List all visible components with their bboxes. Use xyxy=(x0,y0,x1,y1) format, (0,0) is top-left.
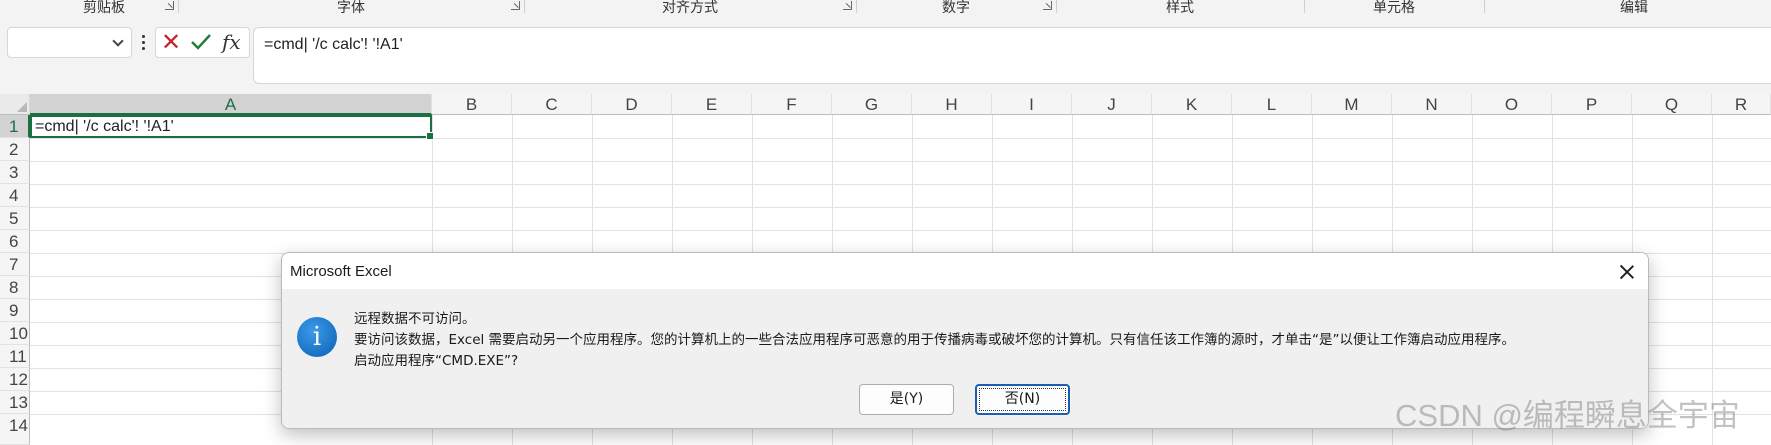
ribbon-group-label: 单元格 xyxy=(1373,0,1415,16)
row-header[interactable]: 4 xyxy=(0,184,30,207)
dialog-message-line: 启动应用程序“CMD.EXE”? xyxy=(354,353,519,369)
column-header[interactable]: B xyxy=(432,94,512,115)
dialog-title: Microsoft Excel xyxy=(290,263,392,280)
row-header[interactable]: 3 xyxy=(0,161,30,184)
yes-button[interactable]: 是(Y) xyxy=(859,384,954,415)
focus-ring xyxy=(979,388,1066,411)
ribbon-group-label: 编辑 xyxy=(1620,0,1648,16)
column-header[interactable]: N xyxy=(1392,94,1472,115)
ribbon-group-editing: 编辑 xyxy=(1484,0,1771,16)
info-icon: i xyxy=(297,317,337,357)
chevron-down-icon[interactable] xyxy=(112,35,124,47)
row-header[interactable]: 2 xyxy=(0,138,30,161)
row-header[interactable]: 7 xyxy=(0,253,30,276)
dialog-message-line: 远程数据不可访问。 xyxy=(354,311,476,327)
column-header[interactable]: L xyxy=(1232,94,1312,115)
ribbon-group-label: 字体 xyxy=(337,0,365,16)
dialog-launcher-icon[interactable] xyxy=(511,1,520,10)
column-header[interactable]: K xyxy=(1152,94,1232,115)
column-header[interactable]: O xyxy=(1472,94,1552,115)
row-header[interactable]: 14 xyxy=(0,414,30,445)
row-header[interactable]: 11 xyxy=(0,345,30,368)
column-header[interactable]: I xyxy=(992,94,1072,115)
column-header[interactable]: M xyxy=(1312,94,1392,115)
ribbon-group-label: 剪贴板 xyxy=(83,0,125,16)
dialog-launcher-icon[interactable] xyxy=(843,1,852,10)
column-header[interactable]: C xyxy=(512,94,592,115)
close-icon[interactable]: ✕ xyxy=(160,30,182,54)
ribbon-group-label: 数字 xyxy=(942,0,970,16)
dialog-titlebar: Microsoft Excel xyxy=(282,253,1648,289)
column-header[interactable]: E xyxy=(672,94,752,115)
dialog-message-line: 要访问该数据，Excel 需要启动另一个应用程序。您的计算机上的一些合法应用程序… xyxy=(354,332,1516,348)
ribbon-group-label: 样式 xyxy=(1166,0,1194,16)
column-header[interactable]: A xyxy=(30,94,432,115)
column-header[interactable]: J xyxy=(1072,94,1152,115)
row-header[interactable]: 1 xyxy=(0,115,30,138)
column-header[interactable]: F xyxy=(752,94,832,115)
ribbon-group-label: 对齐方式 xyxy=(662,0,718,16)
column-header[interactable]: R xyxy=(1712,94,1771,115)
active-cell-a1[interactable]: =cmd| '/c calc'! '!A1' xyxy=(30,115,434,140)
column-header[interactable]: Q xyxy=(1632,94,1712,115)
column-header[interactable]: P xyxy=(1552,94,1632,115)
ribbon-group-number: 数字 xyxy=(856,0,1056,16)
row-header[interactable]: 5 xyxy=(0,207,30,230)
more-options-icon[interactable] xyxy=(140,34,146,52)
row-header[interactable]: 9 xyxy=(0,299,30,322)
ribbon-group-clipboard: 剪贴板 xyxy=(30,0,178,16)
name-box[interactable] xyxy=(7,27,132,58)
select-all-button[interactable] xyxy=(0,94,30,115)
dialog-launcher-icon[interactable] xyxy=(1043,1,1052,10)
ribbon-group-font: 字体 xyxy=(178,0,524,16)
column-header[interactable]: D xyxy=(592,94,672,115)
dialog-launcher-icon[interactable] xyxy=(165,1,174,10)
checkmark-icon[interactable] xyxy=(189,31,213,53)
fx-icon[interactable]: fx xyxy=(222,30,246,54)
ribbon-group-alignment: 对齐方式 xyxy=(524,0,856,16)
formula-input[interactable]: =cmd| '/c calc'! '!A1' xyxy=(253,27,1771,84)
no-button[interactable]: 否(N) xyxy=(975,384,1070,415)
row-header[interactable]: 13 xyxy=(0,391,30,414)
column-header[interactable]: G xyxy=(832,94,912,115)
row-header[interactable]: 10 xyxy=(0,322,30,345)
close-icon[interactable] xyxy=(1616,261,1638,283)
row-header[interactable]: 8 xyxy=(0,276,30,299)
column-header[interactable]: H xyxy=(912,94,992,115)
watermark: CSDN @编程瞬息全宇宙 xyxy=(1395,398,1740,433)
row-header[interactable]: 6 xyxy=(0,230,30,253)
row-header[interactable]: 12 xyxy=(0,368,30,391)
ribbon-group-bar: 剪贴板 字体 对齐方式 数字 样式 单元格 编辑 xyxy=(0,0,1771,16)
ribbon-group-styles: 样式 xyxy=(1056,0,1304,16)
ribbon-group-cells: 单元格 xyxy=(1304,0,1484,16)
